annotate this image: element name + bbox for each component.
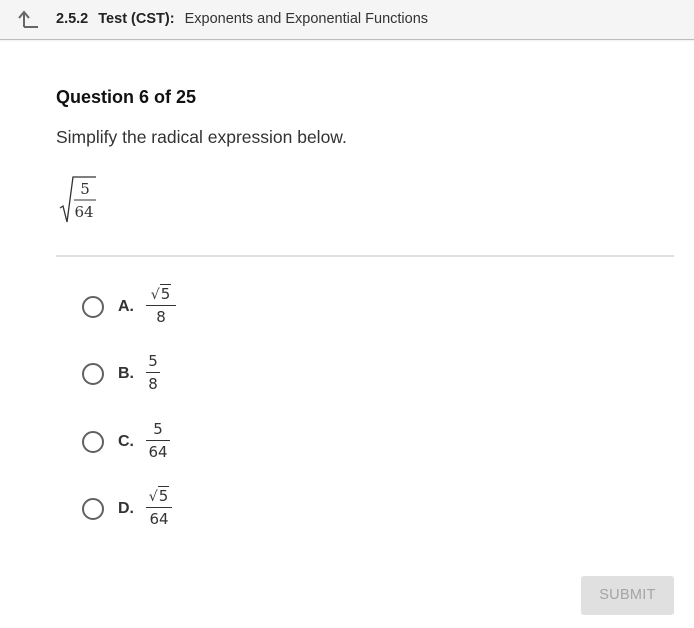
- numerator: 5: [148, 352, 158, 370]
- numerator: 5: [157, 486, 170, 505]
- radical-expression: 5 64: [59, 176, 96, 223]
- numerator: 5: [153, 420, 163, 438]
- submit-button[interactable]: SUBMIT: [581, 576, 674, 615]
- fraction-bar: [146, 440, 170, 441]
- fraction-bar: [146, 372, 160, 373]
- question-prompt: Simplify the radical expression below.: [56, 127, 347, 147]
- denominator: 64: [148, 443, 168, 461]
- option-fraction: 5 8: [146, 352, 160, 393]
- option-c[interactable]: C. 5 64: [82, 420, 282, 464]
- question-number: Question 6 of 25: [56, 87, 197, 107]
- radio-button[interactable]: [82, 363, 104, 385]
- option-letter: D.: [118, 500, 134, 517]
- top-bar: 2.5.2 Test (CST): Exponents and Exponent…: [0, 0, 694, 40]
- expression-denominator: 64: [74, 203, 93, 221]
- radio-button[interactable]: [82, 296, 104, 318]
- option-letter: C.: [118, 433, 134, 450]
- option-letter: A.: [118, 298, 134, 315]
- fraction-bar: [146, 305, 176, 306]
- breadcrumb: 2.5.2 Test (CST): Exponents and Exponent…: [56, 11, 428, 27]
- square-root-icon: √: [150, 287, 160, 303]
- denominator: 8: [156, 308, 166, 326]
- option-fraction: 5 64: [146, 420, 170, 461]
- radio-button[interactable]: [82, 431, 104, 453]
- option-letter: B.: [118, 365, 134, 382]
- option-d[interactable]: D. √5 64: [82, 486, 282, 531]
- option-b[interactable]: B. 5 8: [82, 352, 282, 396]
- test-title: Exponents and Exponential Functions: [184, 11, 429, 27]
- expression-numerator: 5: [80, 180, 90, 198]
- test-label: Test (CST):: [98, 11, 175, 27]
- numerator: 5: [159, 284, 172, 303]
- denominator: 8: [148, 375, 158, 393]
- option-fraction: √5 64: [146, 486, 172, 528]
- option-fraction: √5 8: [146, 284, 176, 326]
- section-number: 2.5.2: [56, 11, 89, 27]
- denominator: 64: [149, 510, 169, 528]
- divider: [56, 255, 674, 257]
- square-root-icon: √: [148, 489, 158, 505]
- back-arrow-icon[interactable]: [17, 9, 39, 29]
- radio-button[interactable]: [82, 498, 104, 520]
- option-a[interactable]: A. √5 8: [82, 284, 282, 329]
- fraction-bar: [146, 507, 172, 508]
